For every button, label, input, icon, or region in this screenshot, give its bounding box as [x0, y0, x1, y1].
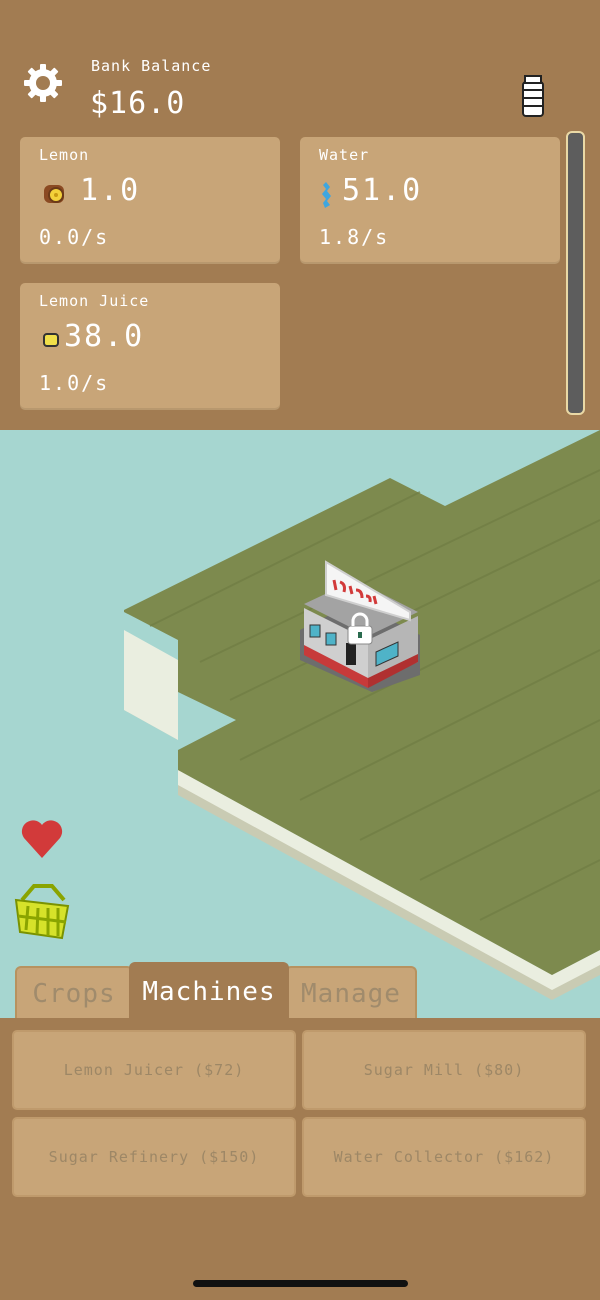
shop-panel: Lemon Juicer ($72) Sugar Mill ($80) Suga…	[0, 1018, 600, 1300]
resource-amount: 51.0	[342, 173, 423, 208]
buy-water-collector-button[interactable]: Water Collector ($162)	[302, 1117, 586, 1197]
buy-lemon-juicer-button[interactable]: Lemon Juicer ($72)	[12, 1030, 296, 1110]
resource-card-lemon-juice: Lemon Juice 38.0 1.0/s	[20, 283, 280, 410]
tab-manage[interactable]: Manage	[285, 966, 417, 1020]
resource-rate: 0.0/s	[39, 225, 110, 249]
resource-amount: 38.0	[64, 319, 145, 354]
tab-machines[interactable]: Machines	[129, 962, 289, 1020]
resource-name: Water	[319, 146, 370, 164]
jar-icon[interactable]	[520, 74, 546, 118]
resource-name: Lemon Juice	[39, 292, 150, 310]
heart-icon[interactable]	[20, 818, 64, 860]
settings-gear-icon[interactable]	[22, 62, 64, 104]
farm-island[interactable]	[0, 430, 600, 1020]
home-indicator[interactable]	[193, 1280, 408, 1287]
bank-balance-label: Bank Balance	[91, 57, 212, 75]
buy-sugar-refinery-button[interactable]: Sugar Refinery ($150)	[12, 1117, 296, 1197]
resource-amount: 1.0	[80, 173, 141, 208]
resource-rate: 1.0/s	[39, 371, 110, 395]
resource-rate: 1.8/s	[319, 225, 390, 249]
resource-scrollbar[interactable]	[566, 131, 585, 415]
basket-icon[interactable]	[12, 880, 72, 942]
resource-card-water: Water 51.0 1.8/s	[300, 137, 560, 264]
resource-card-lemon: Lemon 1.0 0.0/s	[20, 137, 280, 264]
resource-header: Bank Balance $16.0 Lemon 1.0 0.0/s Water	[0, 0, 600, 430]
bank-balance-value: $16.0	[90, 86, 186, 121]
lemon-icon	[42, 181, 68, 207]
buy-sugar-mill-button[interactable]: Sugar Mill ($80)	[302, 1030, 586, 1110]
game-scene[interactable]	[0, 430, 600, 1020]
resource-name: Lemon	[39, 146, 90, 164]
shop-tabs: Crops Machines Manage	[15, 962, 419, 1020]
tab-crops[interactable]: Crops	[15, 966, 133, 1020]
